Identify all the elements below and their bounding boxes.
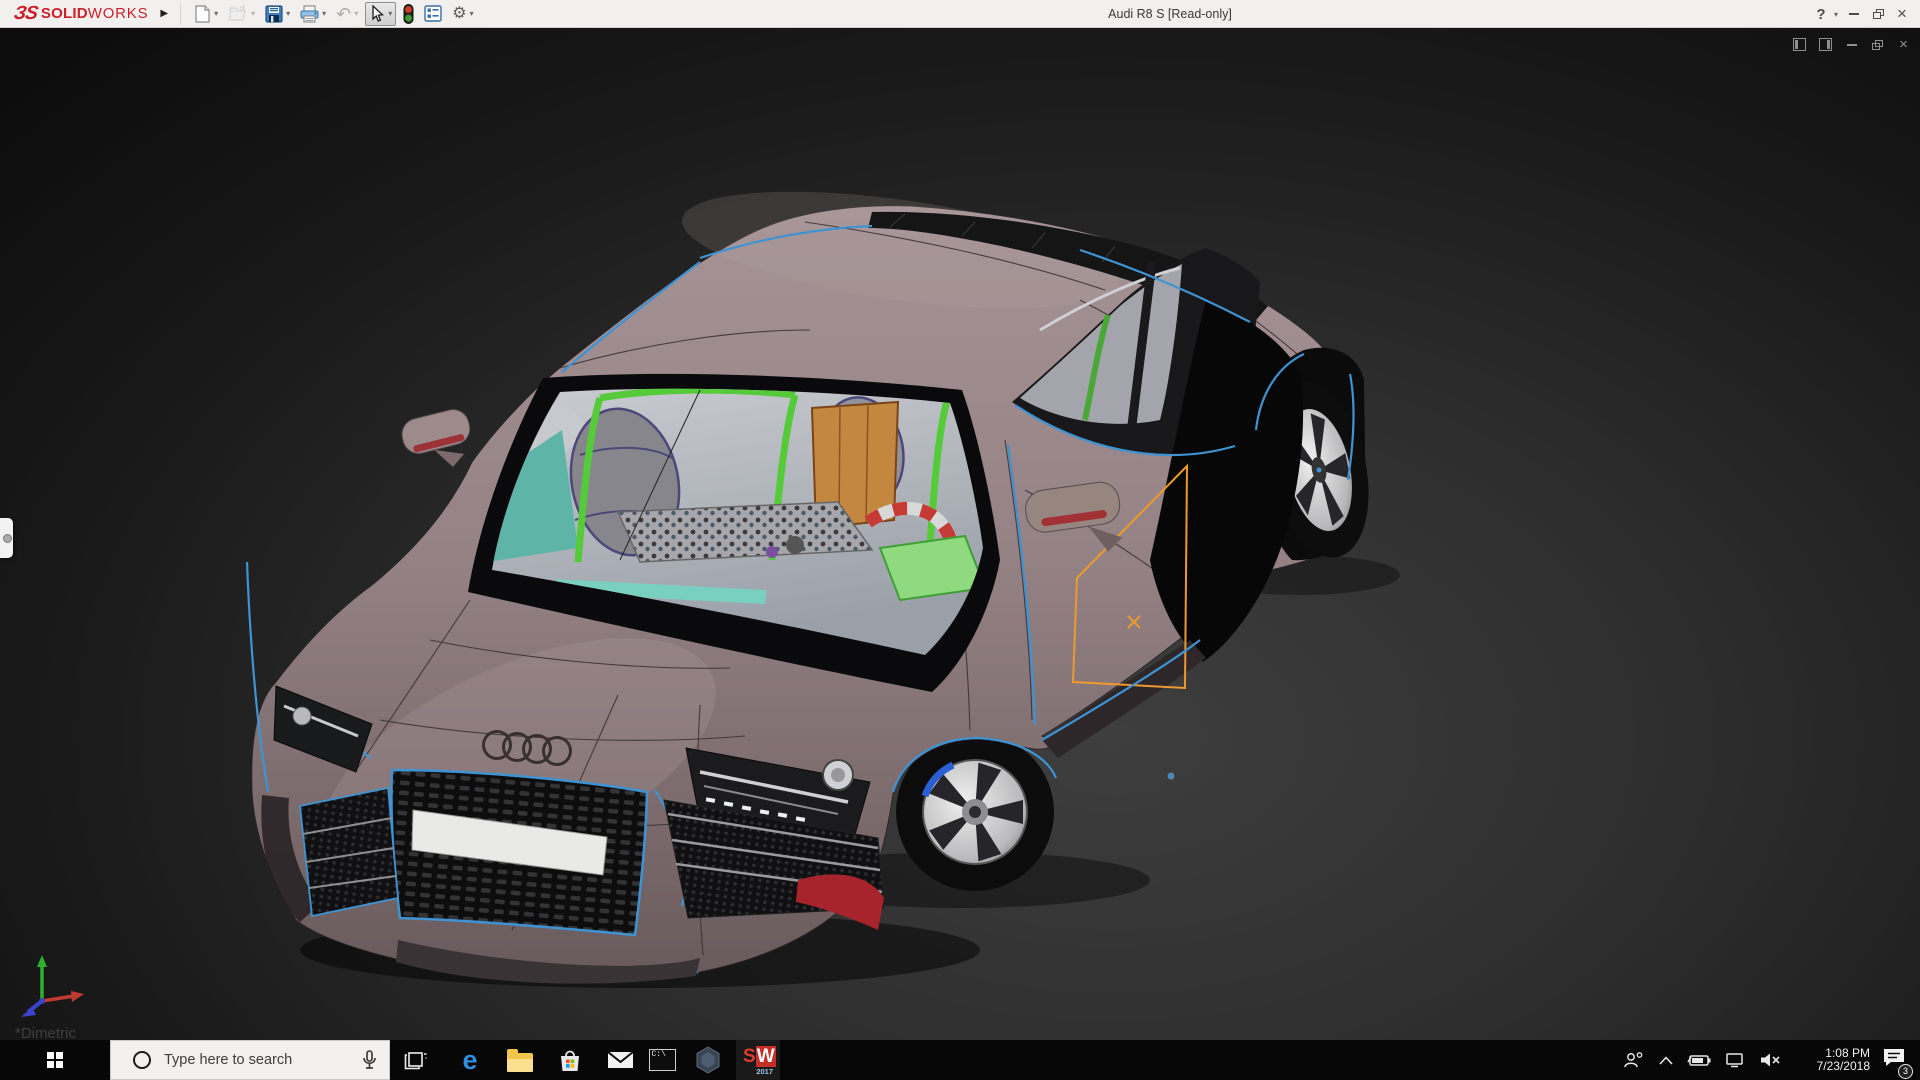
volume-muted-icon[interactable]	[1759, 1052, 1781, 1068]
file-explorer-icon	[507, 1048, 533, 1072]
solidworks-2017-icon: SW 2017	[743, 1046, 776, 1076]
close-button[interactable]: ×	[1890, 2, 1914, 26]
pane-left-icon	[1793, 38, 1806, 51]
windows-logo-icon	[47, 1052, 63, 1068]
orientation-triad	[21, 955, 84, 1017]
mail-icon	[606, 1051, 634, 1068]
notification-badge: 3	[1898, 1063, 1913, 1079]
document-restore-icon	[1872, 39, 1883, 50]
dropdown-caret-icon[interactable]: ▾	[354, 9, 358, 18]
minimize-button[interactable]	[1842, 2, 1866, 26]
dropdown-caret-icon[interactable]: ▾	[470, 9, 474, 18]
select-cursor-icon	[372, 4, 385, 22]
taskbar-clock[interactable]: 1:08 PM 7/23/2018	[1796, 1047, 1870, 1073]
clock-date: 7/23/2018	[1816, 1059, 1870, 1073]
gear-icon: ⚙	[452, 4, 467, 22]
edge-icon: e	[462, 1044, 478, 1075]
open-button[interactable]: ▾	[225, 2, 258, 26]
solidworks-window: ЗS SOLID WORKS ▶ ▾ ▾ ▾ ▾ ↶ ▾ ▾ ⚙ ▾ Audi …	[0, 0, 1920, 1080]
task-view-icon	[404, 1052, 427, 1070]
print-button[interactable]: ▾	[297, 2, 329, 26]
print-icon	[300, 5, 319, 22]
save-button[interactable]: ▾	[262, 2, 293, 26]
document-restore-button[interactable]	[1869, 36, 1886, 53]
undo-icon: ↶	[336, 3, 352, 24]
dropdown-caret-icon[interactable]: ▾	[251, 9, 255, 18]
help-dropdown-caret-icon[interactable]: ▾	[1830, 2, 1842, 26]
system-tray: 1:08 PM 7/23/2018 3	[1616, 1040, 1920, 1080]
left-bumper-intake[interactable]	[299, 786, 399, 918]
dropdown-caret-icon[interactable]: ▾	[214, 9, 218, 18]
left-mirror[interactable]	[399, 406, 479, 477]
rebuild-stoplight-button[interactable]	[400, 2, 417, 26]
document-title: Audi R8 S [Read-only]	[1108, 7, 1232, 21]
display-settings-button[interactable]	[421, 2, 445, 26]
solidworks-logo-mark: ЗS	[12, 2, 39, 24]
start-button[interactable]	[0, 1040, 95, 1080]
display-settings-icon	[424, 5, 442, 22]
y-axis-arrow	[37, 955, 47, 967]
action-center-button[interactable]: 3	[1882, 1047, 1913, 1079]
car-body[interactable]	[245, 170, 1383, 984]
stoplight-icon	[403, 3, 414, 24]
solidworks-2017-button[interactable]: SW 2017	[736, 1040, 780, 1080]
title-bar: ЗS SOLID WORKS ▶ ▾ ▾ ▾ ▾ ↶ ▾ ▾ ⚙ ▾ Audi …	[0, 0, 1920, 28]
window-controls: ? ▾ ×	[1812, 0, 1914, 28]
front-grille[interactable]	[390, 768, 649, 937]
undo-button[interactable]: ↶ ▾	[333, 2, 361, 26]
display-pane-toggle-button[interactable]	[1817, 36, 1834, 53]
document-close-button[interactable]: ×	[1895, 36, 1912, 53]
hexagon-app-icon	[696, 1046, 720, 1074]
command-prompt-icon: C:\	[648, 1049, 676, 1071]
windows-taskbar: e C:\	[0, 1040, 1920, 1080]
microsoft-store-icon	[561, 1050, 579, 1071]
new-document-icon	[195, 4, 210, 23]
featuremanager-flyout-tab[interactable]	[0, 518, 13, 558]
edge-button[interactable]: e	[448, 1040, 492, 1080]
dropdown-caret-icon[interactable]: ▾	[322, 9, 326, 18]
file-explorer-button[interactable]	[498, 1040, 542, 1080]
menu-flyout-icon[interactable]: ▶	[160, 8, 168, 19]
dropdown-caret-icon[interactable]: ▾	[388, 9, 392, 18]
toolbar-separator	[180, 2, 182, 25]
battery-icon[interactable]	[1687, 1053, 1711, 1067]
x-axis-arrow	[71, 991, 84, 1002]
audi-r8-3d-model[interactable]	[0, 28, 1920, 1040]
solidworks-logo-text-light: WORKS	[87, 5, 149, 22]
cortana-icon	[133, 1051, 151, 1069]
command-prompt-button[interactable]: C:\	[640, 1040, 684, 1080]
selection-speck	[1167, 772, 1175, 780]
network-icon[interactable]	[1725, 1052, 1745, 1068]
hexagon-app-button[interactable]	[686, 1040, 730, 1080]
document-window-controls: ×	[1791, 36, 1912, 53]
mail-button[interactable]	[598, 1040, 642, 1080]
hidden-icons-chevron[interactable]	[1659, 1055, 1673, 1065]
restore-button[interactable]	[1866, 2, 1890, 26]
save-icon	[265, 4, 283, 23]
open-folder-icon	[228, 5, 246, 21]
solidworks-logo-text-bold: SOLID	[40, 5, 88, 22]
quick-access-toolbar: ▾ ▾ ▾ ▾ ↶ ▾ ▾ ⚙ ▾	[191, 0, 481, 28]
dropdown-caret-icon[interactable]: ▾	[286, 9, 290, 18]
graphics-area[interactable]: × *Dimetric	[0, 28, 1920, 1042]
feature-pane-toggle-button[interactable]	[1791, 36, 1808, 53]
solidworks-logo: ЗS SOLID WORKS	[12, 2, 149, 25]
microphone-icon[interactable]	[362, 1050, 377, 1070]
options-button[interactable]: ⚙ ▾	[449, 2, 476, 26]
select-tool-button[interactable]: ▾	[365, 1, 397, 26]
pane-right-icon	[1819, 38, 1832, 51]
restore-icon	[1872, 9, 1884, 19]
task-view-button[interactable]	[394, 1040, 438, 1080]
document-minimize-button[interactable]	[1843, 36, 1860, 53]
microsoft-store-button[interactable]	[548, 1040, 592, 1080]
people-button[interactable]	[1623, 1051, 1645, 1069]
help-button[interactable]: ?	[1812, 2, 1830, 26]
search-input[interactable]	[164, 1052, 344, 1068]
new-document-button[interactable]: ▾	[191, 2, 221, 26]
taskbar-search[interactable]	[110, 1040, 390, 1080]
